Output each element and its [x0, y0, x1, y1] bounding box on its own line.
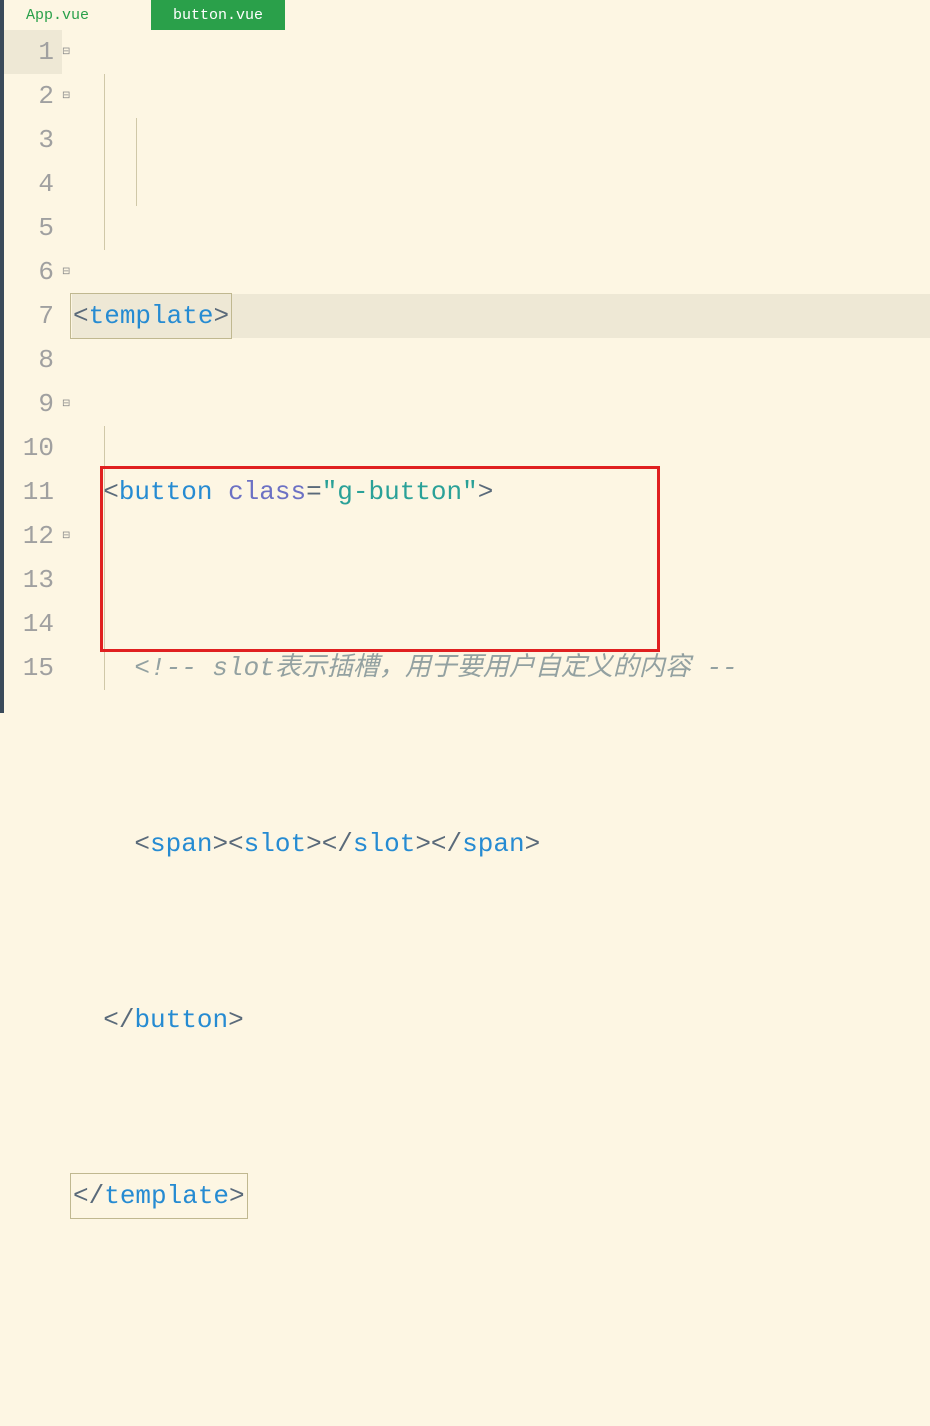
line-number: 8 [4, 338, 54, 382]
line-number: 6 [4, 250, 54, 294]
line-number: 3 [4, 118, 54, 162]
line-number: 14 [4, 602, 54, 646]
line-number: 13 [4, 558, 54, 602]
line-number: 9 [4, 382, 54, 426]
line-number-gutter: 1 2 3 4 5 6 7 8 9 10 11 12 13 14 15 [4, 30, 62, 1426]
tab-app-vue[interactable]: App.vue [4, 0, 111, 30]
line-number: 7 [4, 294, 54, 338]
tab-button-vue[interactable]: button.vue [151, 0, 285, 30]
line-number: 2 [4, 74, 54, 118]
code-editor[interactable]: 1 2 3 4 5 6 7 8 9 10 11 12 13 14 15 ⊟ ⊟ … [4, 30, 930, 1426]
fold-icon[interactable]: ⊟ [62, 46, 70, 58]
line-number: 5 [4, 206, 54, 250]
code-line: <template> [72, 294, 930, 338]
line-number: 10 [4, 426, 54, 470]
code-line [72, 1350, 930, 1394]
line-number: 4 [4, 162, 54, 206]
line-number: 12 [4, 514, 54, 558]
code-area[interactable]: <template> <button class="g-button"> <!-… [72, 30, 930, 1426]
fold-icon[interactable]: ⊟ [62, 266, 70, 278]
tab-bar: App.vue button.vue [4, 0, 930, 30]
code-line: <span><slot></slot></span> [72, 822, 930, 866]
fold-icon[interactable]: ⊟ [62, 530, 70, 542]
line-number: 1 [4, 30, 54, 74]
code-line: <!-- slot表示插槽，用于要用户自定义的内容 -- [72, 646, 930, 690]
line-number: 15 [4, 646, 54, 690]
code-line: </button> [72, 998, 930, 1042]
fold-icon[interactable]: ⊟ [62, 90, 70, 102]
line-number: 11 [4, 470, 54, 514]
code-line: <button class="g-button"> [72, 470, 930, 514]
fold-icon[interactable]: ⊟ [62, 398, 70, 410]
code-line: </template> [72, 1174, 930, 1218]
